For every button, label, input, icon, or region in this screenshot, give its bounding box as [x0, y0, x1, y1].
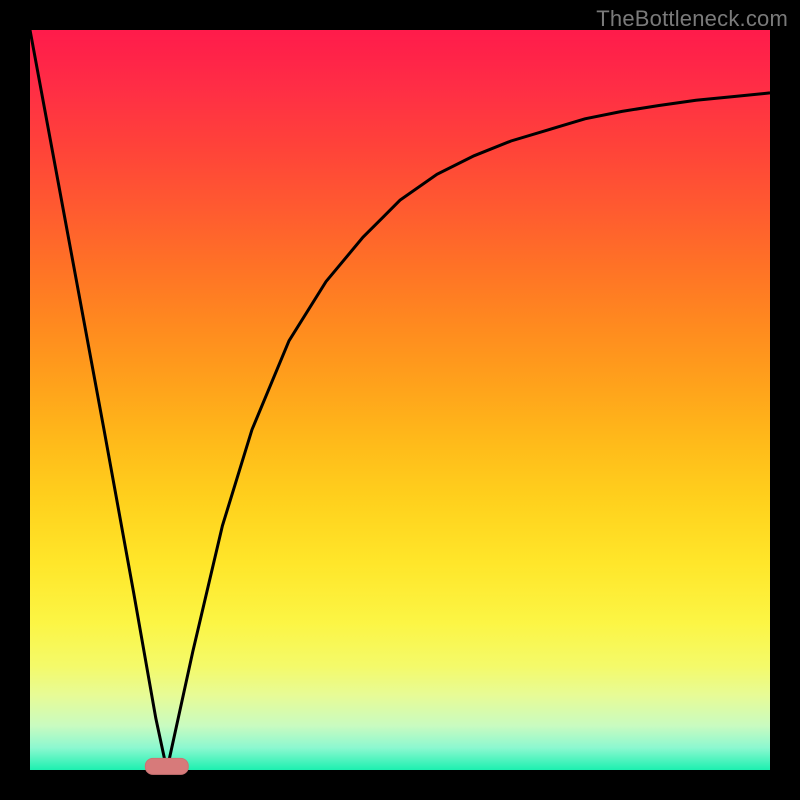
curve-layer [30, 30, 770, 770]
right-ascent-line [167, 93, 770, 770]
minimum-marker [145, 758, 189, 774]
watermark-text: TheBottleneck.com [596, 6, 788, 32]
left-descent-line [30, 30, 167, 770]
plot-area [30, 30, 770, 770]
chart-frame: TheBottleneck.com [0, 0, 800, 800]
